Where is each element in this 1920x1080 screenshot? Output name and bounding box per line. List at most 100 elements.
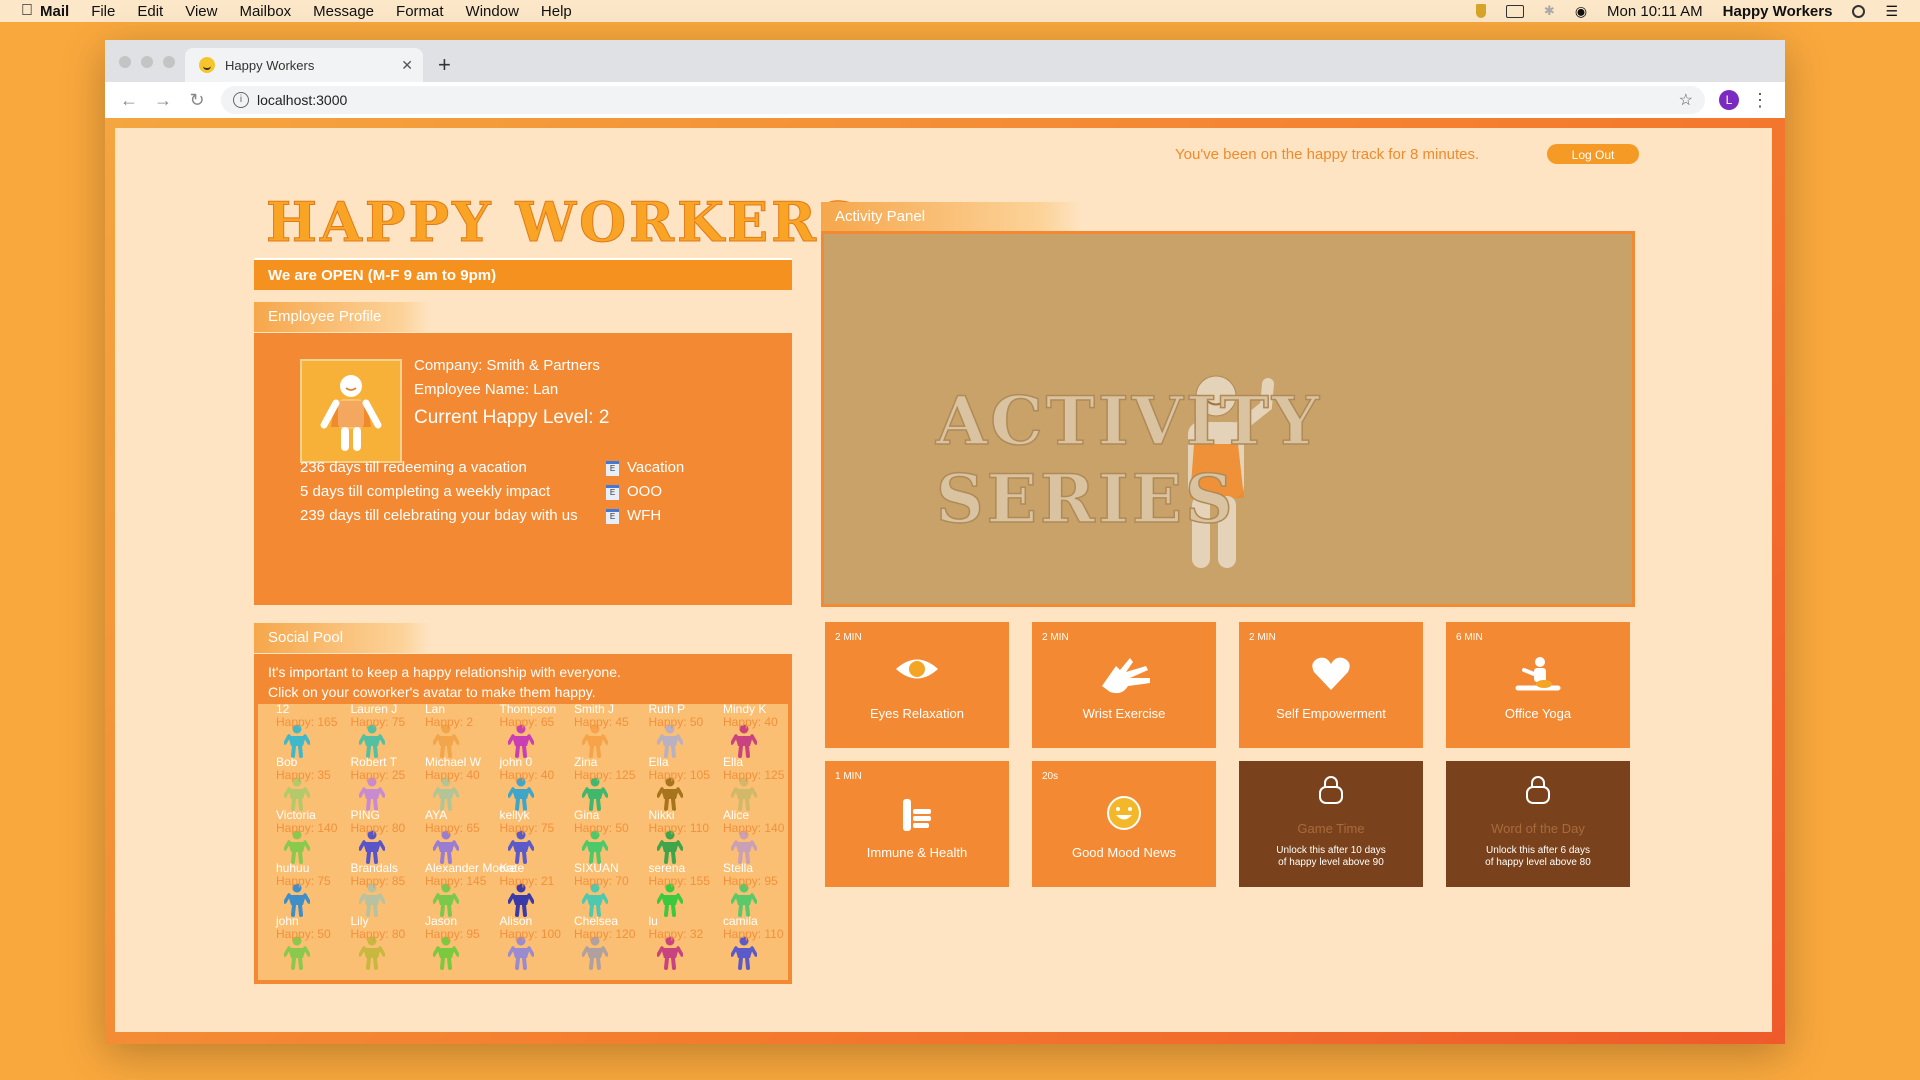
coworker-avatar[interactable]: serena Happy: 155 <box>631 861 710 917</box>
info-icon[interactable]: i <box>233 92 249 108</box>
window-controls[interactable] <box>119 56 175 68</box>
coworker-happy: Happy: 140 <box>723 821 785 835</box>
coworker-avatar[interactable]: Alice Happy: 140 <box>705 808 784 864</box>
coworker-happy: Happy: 120 <box>574 927 636 941</box>
new-tab-icon[interactable]: + <box>438 52 451 78</box>
coworker-name: Nikki <box>648 808 675 822</box>
menu-message[interactable]: Message <box>313 3 374 20</box>
coworker-avatar[interactable]: lu Happy: 32 <box>631 914 705 970</box>
airplay-icon[interactable] <box>1505 4 1524 18</box>
browser-window: Happy Workers ✕ + ← → ↻ i localhost:3000… <box>105 40 1785 1044</box>
ooo-tag-label: OOO <box>627 483 663 500</box>
vacation-tag[interactable]: E Vacation <box>606 459 684 476</box>
calendar-icon: E <box>606 508 619 524</box>
menu-format[interactable]: Format <box>396 3 444 20</box>
activity-card-news[interactable]: 20s Good Mood News <box>1032 761 1216 887</box>
coworker-avatar[interactable]: Thompson Happy: 65 <box>482 704 556 758</box>
coworker-avatar[interactable]: Victoria Happy: 140 <box>258 808 337 864</box>
coworker-avatar[interactable]: 12 Happy: 165 <box>258 704 337 758</box>
browser-tab[interactable]: Happy Workers ✕ <box>185 48 423 82</box>
close-tab-icon[interactable]: ✕ <box>401 57 413 74</box>
menu-view[interactable]: View <box>185 3 217 20</box>
coworker-avatar[interactable]: Gina Happy: 50 <box>556 808 630 864</box>
coworker-happy: Happy: 110 <box>648 821 710 835</box>
bluetooth-icon[interactable]: ✱ <box>1544 3 1555 19</box>
coworker-name: Robert T <box>350 755 397 769</box>
coworker-avatar[interactable]: huhuu Happy: 75 <box>258 861 332 917</box>
coworker-avatar[interactable]: Lily Happy: 80 <box>333 914 407 970</box>
coworker-avatar[interactable]: Michael W Happy: 40 <box>407 755 481 811</box>
menu-edit[interactable]: Edit <box>137 3 163 20</box>
activity-card-game-time[interactable]: Game Time Unlock this after 10 days of ha… <box>1239 761 1423 887</box>
coworker-avatar[interactable]: Chelsea Happy: 120 <box>556 914 635 970</box>
wifi-icon[interactable]: ◉ <box>1575 3 1587 20</box>
coworker-avatar[interactable]: Ella Happy: 125 <box>705 755 784 811</box>
coworker-avatar[interactable]: Alexander Moore Happy: 145 <box>407 861 516 917</box>
menu-help[interactable]: Help <box>541 3 572 20</box>
back-icon[interactable]: ← <box>119 90 139 111</box>
coworker-avatar[interactable]: Kate Happy: 21 <box>482 861 556 917</box>
coworker-avatar[interactable]: Bob Happy: 35 <box>258 755 332 811</box>
coworker-name: huhuu <box>276 861 310 875</box>
coworker-avatar[interactable]: john Happy: 50 <box>258 914 332 970</box>
menu-kebab-icon[interactable]: ⋮ <box>1751 90 1769 111</box>
coworker-avatar[interactable]: Zina Happy: 125 <box>556 755 635 811</box>
person-icon <box>358 883 385 917</box>
coworker-name: AYA <box>425 808 448 822</box>
menu-app-mail[interactable]: Mail <box>40 3 69 20</box>
coworker-avatar[interactable]: SIXUAN Happy: 70 <box>556 861 630 917</box>
coworker-avatar[interactable]: AYA Happy: 65 <box>407 808 481 864</box>
apple-icon[interactable]:  <box>14 2 40 20</box>
vacation-countdown: 236 days till redeeming a vacation <box>300 459 527 476</box>
coworker-avatar[interactable]: PING Happy: 80 <box>333 808 407 864</box>
menu-window[interactable]: Window <box>466 3 519 20</box>
menu-mailbox[interactable]: Mailbox <box>239 3 291 20</box>
profile-avatar[interactable]: L <box>1719 90 1739 110</box>
menu-clock[interactable]: Mon 10:11 AM <box>1607 3 1703 20</box>
card-duration: 20s <box>1042 771 1059 782</box>
coworker-avatar[interactable]: Brandals Happy: 85 <box>333 861 407 917</box>
coworker-avatar[interactable]: Robert T Happy: 25 <box>333 755 407 811</box>
spotlight-icon[interactable] <box>1852 4 1866 18</box>
coworker-happy: Happy: 110 <box>723 927 784 941</box>
coworker-avatar[interactable]: john 0 Happy: 40 <box>482 755 556 811</box>
url-field[interactable]: i localhost:3000 ☆ <box>221 86 1705 114</box>
logout-button[interactable]: Log Out <box>1547 144 1639 164</box>
coworker-avatar[interactable]: Smith J Happy: 45 <box>556 704 630 758</box>
person-icon <box>358 936 385 970</box>
activity-card-yoga[interactable]: 6 MIN Office Yoga <box>1446 622 1630 748</box>
coworker-avatar[interactable]: camila Happy: 110 <box>705 914 784 970</box>
coworker-avatar[interactable]: Stella Happy: 95 <box>705 861 779 917</box>
coworker-happy: Happy: 65 <box>499 715 555 729</box>
coworker-avatar[interactable]: Ruth P Happy: 50 <box>631 704 705 758</box>
star-icon[interactable]: ☆ <box>1679 90 1693 110</box>
coworker-avatar[interactable]: Alison Happy: 100 <box>482 914 561 970</box>
coworker-avatar[interactable]: Lauren J Happy: 75 <box>333 704 407 758</box>
coworker-avatar[interactable]: Jason Happy: 95 <box>407 914 481 970</box>
coworker-avatar[interactable]: Ella Happy: 105 <box>631 755 710 811</box>
notification-center-icon[interactable]: ☰ <box>1885 3 1898 20</box>
ooo-tag[interactable]: E OOO <box>606 483 662 500</box>
activity-card-immune[interactable]: 1 MIN Immune & Health <box>825 761 1009 887</box>
coworker-avatar[interactable]: kellyk Happy: 75 <box>482 808 556 864</box>
activity-card-empowerment[interactable]: 2 MIN Self Empowerment <box>1239 622 1423 748</box>
forward-icon[interactable]: → <box>153 90 173 111</box>
coworker-avatar[interactable]: Mindy K Happy: 40 <box>705 704 779 758</box>
activity-card-word-of-day[interactable]: Word of the Day Unlock this after 6 days… <box>1446 761 1630 887</box>
menu-active-app[interactable]: Happy Workers <box>1723 3 1833 20</box>
employee-avatar[interactable] <box>300 359 402 463</box>
person-icon <box>358 777 385 811</box>
shield-icon[interactable] <box>1475 4 1486 18</box>
coworker-name: john 0 <box>499 755 533 769</box>
coworker-avatar[interactable]: Nikki Happy: 110 <box>631 808 709 864</box>
coworker-name: Ella <box>648 755 669 769</box>
activity-card-eyes[interactable]: 2 MIN Eyes Relaxation <box>825 622 1009 748</box>
menu-file[interactable]: File <box>91 3 115 20</box>
person-icon <box>507 936 534 970</box>
url-text[interactable]: localhost:3000 <box>257 92 347 108</box>
activity-series-title: ACTIVITY SERIES <box>935 381 1323 539</box>
reload-icon[interactable]: ↻ <box>187 90 207 111</box>
wfh-tag[interactable]: E WFH <box>606 507 661 524</box>
coworker-avatar[interactable]: Lan Happy: 2 <box>407 704 481 758</box>
activity-card-wrist[interactable]: 2 MIN Wrist Exercise <box>1032 622 1216 748</box>
